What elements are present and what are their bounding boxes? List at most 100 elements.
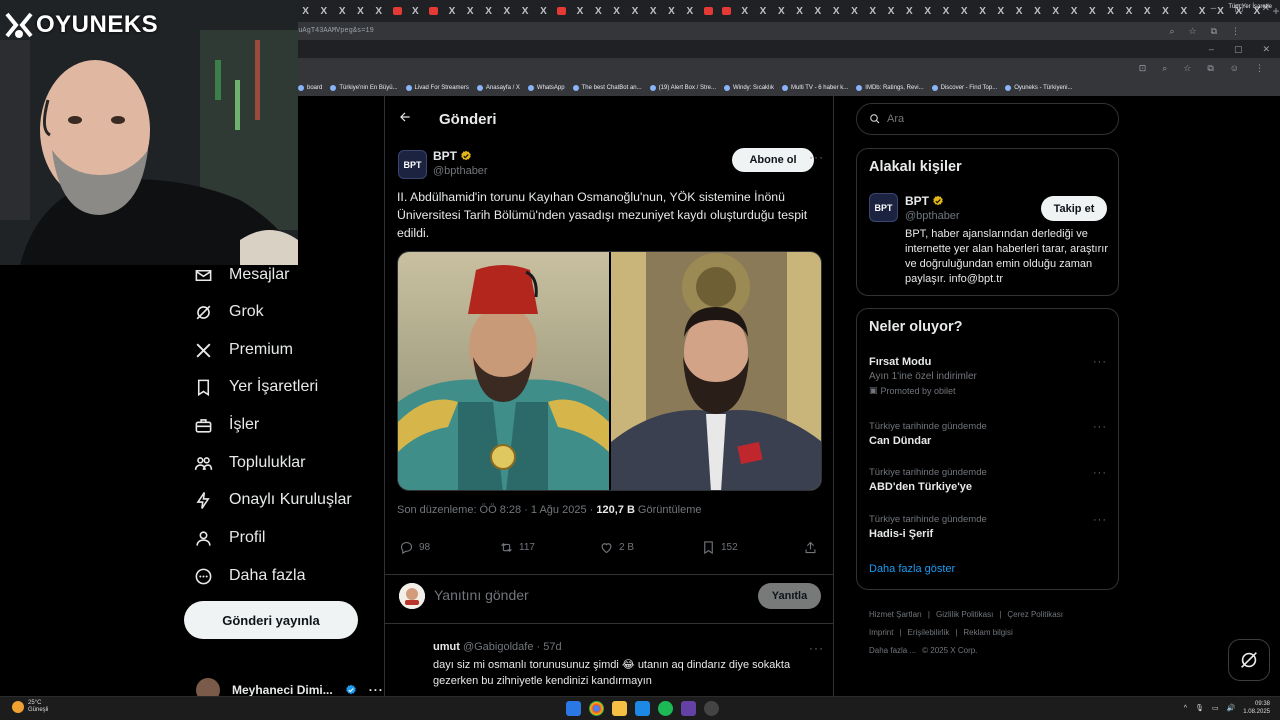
browser-tab[interactable]: X (1010, 3, 1028, 19)
browser-tab[interactable]: X (791, 3, 809, 19)
nav-item[interactable]: Onaylı Kuruluşlar (193, 488, 352, 512)
bookmark-action[interactable]: 152 (701, 540, 738, 555)
trend-item[interactable]: Türkiye tarihinde gündemde Hadis-i Şerif… (869, 514, 1107, 540)
author-handle[interactable]: @bpthaber (905, 210, 960, 222)
trend-item[interactable]: Fırsat Modu Ayın 1'ine özel indirimler ▣… (869, 356, 1107, 396)
profile-icon[interactable]: ☺ (1230, 63, 1239, 74)
browser-tab[interactable]: X (992, 3, 1010, 19)
like-action[interactable]: 2 B (599, 540, 634, 555)
grok-button[interactable] (1228, 639, 1270, 681)
browser-tab[interactable]: X (754, 3, 772, 19)
author-handle[interactable]: @bpthaber (433, 165, 488, 177)
browser-tab[interactable]: X (827, 3, 845, 19)
bookmark-item[interactable]: Discover - Find Top... (931, 85, 997, 91)
minimize-icon[interactable]: – (1209, 44, 1214, 55)
browser-tab[interactable]: X (480, 3, 498, 19)
footer-link[interactable]: Imprint (869, 628, 893, 637)
browser-tab[interactable]: X (370, 3, 388, 19)
reply-button[interactable]: Yanıtla (758, 583, 821, 609)
show-more-link[interactable]: Daha fazla göster (869, 563, 955, 575)
nav-item[interactable]: İşler (193, 413, 259, 437)
nav-item[interactable]: Profil (193, 526, 265, 550)
account-switcher[interactable]: Meyhaneci Dimi... ··· (196, 678, 384, 696)
browser-tab[interactable]: X (1120, 3, 1138, 19)
browser-tab[interactable]: X (644, 3, 662, 19)
share-action[interactable] (803, 540, 818, 555)
browser-tab[interactable]: X (1157, 3, 1175, 19)
minimize-icon[interactable]: – (1211, 3, 1217, 14)
author-avatar[interactable]: BPT (869, 193, 898, 222)
browser-tab[interactable]: X (297, 3, 315, 19)
portrait-image-right[interactable] (610, 252, 821, 490)
browser-tab[interactable]: X (681, 3, 699, 19)
author-avatar[interactable]: BPT (398, 150, 427, 179)
bookmark-item[interactable]: Livad For Streamers (405, 85, 469, 91)
author-name[interactable]: BPT (433, 149, 472, 163)
browser-tab[interactable]: X (516, 3, 534, 19)
browser-tab[interactable]: X (882, 3, 900, 19)
browser-tab[interactable]: X (772, 3, 790, 19)
browser-tab[interactable]: X (1084, 3, 1102, 19)
more-icon[interactable]: ··· (369, 683, 384, 696)
footer-link[interactable]: Reklam bilgisi (963, 628, 1012, 637)
browser-tab[interactable]: X (718, 3, 736, 19)
back-arrow-icon[interactable] (398, 110, 418, 129)
browser-tab[interactable]: X (846, 3, 864, 19)
footer-link[interactable]: Erişilebilirlik (908, 628, 950, 637)
browser-tab[interactable]: X (315, 3, 333, 19)
browser-tab[interactable]: X (498, 3, 516, 19)
browser-tab[interactable]: X (1065, 3, 1083, 19)
browser-tab[interactable]: X (809, 3, 827, 19)
bookmark-item[interactable]: IMDb: Ratings, Revi... (856, 85, 924, 91)
bookmark-item[interactable]: Anasayfa / X (476, 85, 520, 91)
footer-link[interactable]: Daha fazla ... (869, 646, 916, 655)
browser-tab[interactable]: X (663, 3, 681, 19)
browser-tab[interactable]: X (955, 3, 973, 19)
zoom-icon[interactable]: ⌕ (1162, 63, 1167, 74)
star-icon[interactable]: ☆ (1183, 63, 1191, 74)
browser-tab[interactable]: X (1193, 3, 1211, 19)
bookmark-item[interactable]: WhatsApp (527, 85, 565, 91)
install-icon[interactable]: ⊡ (1139, 63, 1147, 74)
nav-item[interactable]: Premium (193, 338, 293, 362)
browser-tab[interactable]: X (937, 3, 955, 19)
trend-item[interactable]: Türkiye tarihinde gündemde ABD'den Türki… (869, 467, 1107, 493)
footer-link[interactable]: Hizmet Şartları (869, 610, 922, 619)
post-button[interactable]: Gönderi yayınla (184, 601, 358, 639)
nav-item[interactable]: Grok (193, 300, 264, 324)
folder-icon[interactable] (612, 701, 627, 716)
trend-item[interactable]: Türkiye tarihinde gündemde Can Dündar ··… (869, 421, 1107, 447)
chevron-up-icon[interactable]: ^ (1184, 705, 1187, 712)
browser-tab[interactable]: X (1138, 3, 1156, 19)
reply-input[interactable]: Yanıtını gönder (434, 587, 529, 603)
browser-tab[interactable]: X (1175, 3, 1193, 19)
footer-link[interactable]: © 2025 X Corp. (922, 646, 977, 655)
browser-tab[interactable]: X (974, 3, 992, 19)
footer-link[interactable]: Gizlilik Politikası (936, 610, 993, 619)
subscribe-button[interactable]: Abone ol (732, 148, 814, 172)
more-icon[interactable]: ··· (809, 641, 824, 655)
nav-item[interactable]: Topluluklar (193, 451, 305, 475)
more-icon[interactable]: ··· (1093, 467, 1107, 479)
browser-tab[interactable]: X (425, 3, 443, 19)
network-icon[interactable]: ▭ (1212, 704, 1219, 712)
post-media[interactable] (397, 251, 822, 491)
twitch-icon[interactable] (681, 701, 696, 716)
menu-icon[interactable]: ⋮ (1255, 63, 1264, 74)
spotify-icon[interactable] (658, 701, 673, 716)
bookmark-item[interactable]: Oyuneks - Türkiyeni... (1005, 85, 1072, 91)
browser-tab[interactable]: X (1102, 3, 1120, 19)
extensions-icon[interactable]: ⧉ (1211, 26, 1217, 37)
more-icon[interactable]: ··· (809, 150, 824, 164)
search-box[interactable] (856, 103, 1119, 135)
more-icon[interactable]: ··· (1093, 514, 1107, 526)
browser-tab[interactable]: X (388, 3, 406, 19)
extensions-icon[interactable]: ⧉ (1207, 63, 1213, 74)
follow-button[interactable]: Takip et (1041, 196, 1107, 221)
bookmark-item[interactable]: Türkiye'nin En Büyü... (330, 85, 398, 91)
chrome-icon[interactable] (589, 701, 604, 716)
nav-item[interactable]: Mesajlar (193, 263, 289, 287)
menu-icon[interactable]: ⋮ (1231, 26, 1240, 37)
search-input[interactable] (887, 113, 1087, 125)
browser-tab[interactable]: X (535, 3, 553, 19)
